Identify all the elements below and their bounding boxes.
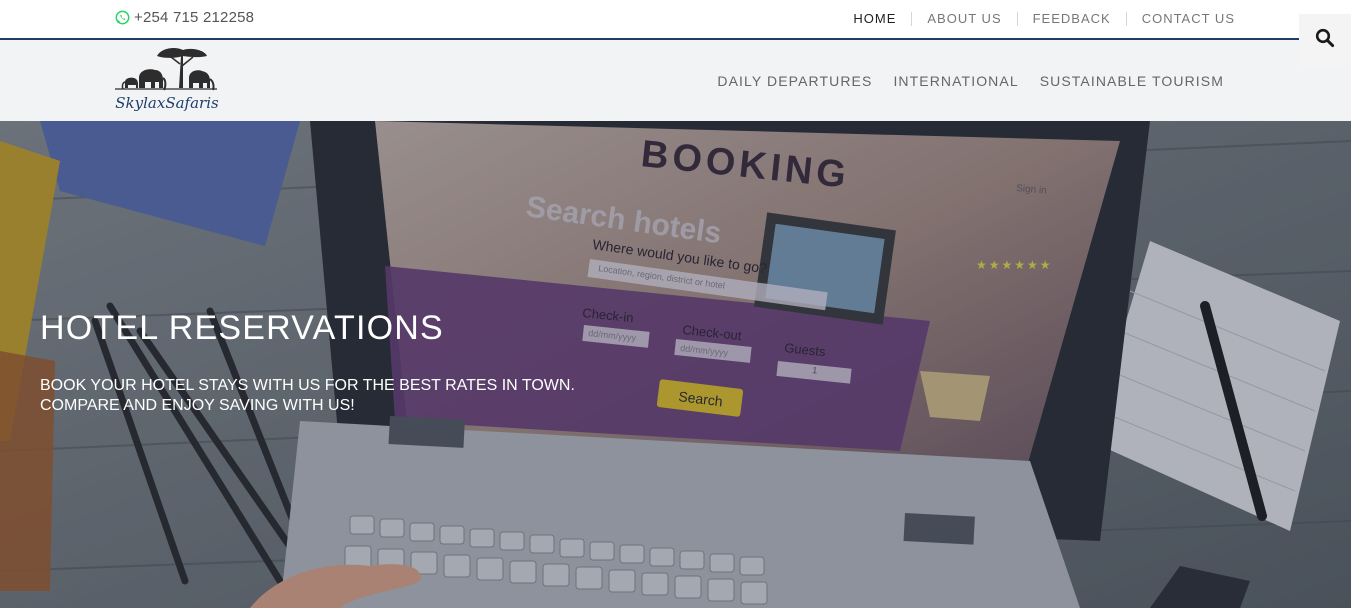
whatsapp-icon [115,10,130,25]
nav-feedback[interactable]: FEEDBACK [1016,12,1126,26]
phone-contact[interactable]: +254 715 212258 [115,9,254,26]
top-bar: +254 715 212258 HOME ABOUT US FEEDBACK C… [0,0,1351,40]
hero-title: HOTEL RESERVATIONS [40,309,444,347]
main-nav: DAILY DEPARTURES INTERNATIONAL SUSTAINAB… [717,73,1224,89]
top-nav: HOME ABOUT US FEEDBACK CONTACT US [838,12,1235,26]
search-button[interactable] [1299,14,1351,66]
main-header: SkylaxSafaris DAILY DEPARTURES INTERNATI… [0,40,1351,121]
hero-banner: BOOKING Search hotels Sign in Where woul… [0,121,1351,608]
logo-graphic [115,48,217,91]
nav-international[interactable]: INTERNATIONAL [893,73,1018,89]
phone-number: +254 715 212258 [134,9,255,26]
nav-contact-us[interactable]: CONTACT US [1125,12,1235,26]
hero-subtitle-line-1: BOOK YOUR HOTEL STAYS WITH US FOR THE BE… [40,377,575,394]
nav-sustainable-tourism[interactable]: SUSTAINABLE TOURISM [1040,73,1224,89]
hero-overlay [0,121,1351,608]
nav-daily-departures[interactable]: DAILY DEPARTURES [717,73,872,89]
search-icon [1315,28,1335,53]
logo[interactable]: SkylaxSafaris [113,44,219,118]
hero-subtitle: BOOK YOUR HOTEL STAYS WITH US FOR THE BE… [40,376,575,416]
nav-home[interactable]: HOME [838,12,911,26]
logo-text: SkylaxSafaris [115,94,219,112]
nav-about-us[interactable]: ABOUT US [911,12,1016,26]
hero-subtitle-line-2: COMPARE AND ENJOY SAVING WITH US! [40,397,355,414]
